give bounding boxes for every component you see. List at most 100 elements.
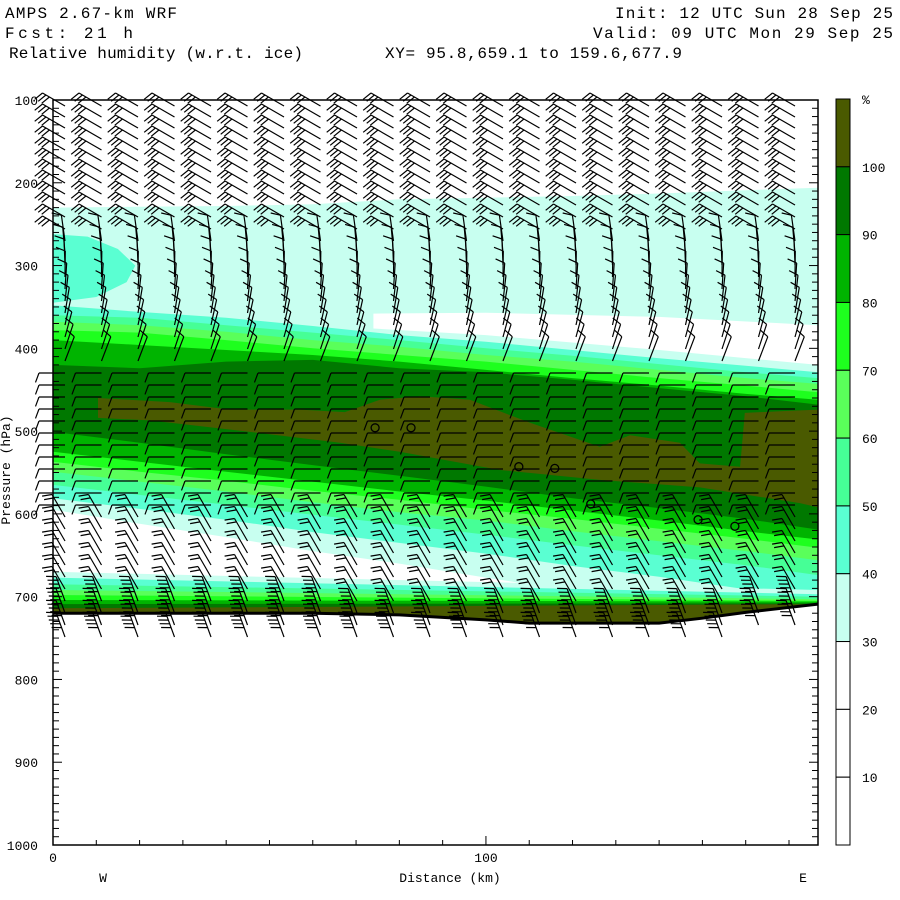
wind-barb: [618, 180, 650, 195]
wind-barb: [545, 158, 577, 173]
wind-barb: [326, 114, 358, 129]
x-tick-label-100: 100: [474, 851, 497, 866]
x-tick-label-0: 0: [49, 851, 57, 866]
colorbar-swatch: [835, 98, 851, 168]
wind-barb: [691, 158, 723, 173]
wind-barb: [253, 147, 285, 162]
wind-barb: [107, 125, 139, 140]
wind-barb: [326, 169, 358, 184]
wind-barb: [216, 191, 248, 206]
wind-barb: [508, 125, 540, 140]
wind-barb: [362, 136, 394, 151]
wind-barb: [691, 169, 723, 184]
wind-barb: [253, 169, 285, 184]
wind-barb: [289, 180, 321, 195]
init-time: Init: 12 UTC Sun 28 Sep 25: [615, 5, 893, 23]
wind-barb: [289, 147, 321, 162]
wind-barb: [253, 136, 285, 151]
wind-barb: [143, 180, 175, 195]
colorbar-swatch: [835, 369, 851, 439]
wind-barb: [764, 125, 796, 140]
wind-barb: [618, 136, 650, 151]
wind-barb: [216, 169, 248, 184]
wind-barb: [216, 136, 248, 151]
wind-barb: [180, 103, 212, 118]
wind-barb: [727, 125, 759, 140]
wind-barb: [107, 136, 139, 151]
wind-barb: [435, 114, 467, 129]
wind-barb: [34, 147, 66, 162]
wind-barb: [216, 103, 248, 118]
colorbar-swatch: [835, 573, 851, 643]
wind-barb: [764, 169, 796, 184]
wind-barb: [581, 158, 613, 173]
y-tick-label: 500: [15, 425, 38, 440]
wind-barb: [107, 158, 139, 173]
wind-barb: [508, 169, 540, 184]
wind-barb: [289, 103, 321, 118]
wind-barb: [216, 147, 248, 162]
y-tick-label: 600: [15, 508, 38, 523]
wind-barb: [107, 114, 139, 129]
wind-barb: [472, 136, 504, 151]
wind-barb: [472, 169, 504, 184]
wind-barb: [691, 125, 723, 140]
colorbar-label: 20: [862, 703, 878, 718]
wind-barb: [216, 125, 248, 140]
wind-barb: [581, 125, 613, 140]
y-tick-label: 1000: [7, 839, 38, 854]
colorbar-label: 70: [862, 364, 878, 379]
wind-barb: [180, 158, 212, 173]
wind-barb: [362, 169, 394, 184]
wind-barb: [654, 136, 686, 151]
wind-barb: [326, 158, 358, 173]
wind-barb: [253, 191, 285, 206]
wind-barb: [435, 125, 467, 140]
wind-barb: [618, 169, 650, 184]
wind-barb: [34, 191, 66, 206]
wind-barb: [34, 103, 66, 118]
wind-barb: [581, 169, 613, 184]
wind-barb: [180, 147, 212, 162]
wind-barb: [545, 147, 577, 162]
wind-barb: [70, 191, 102, 206]
wind-barb: [70, 158, 102, 173]
y-tick-label: 200: [15, 177, 38, 192]
wind-barb: [654, 169, 686, 184]
wind-barb: [727, 103, 759, 118]
wind-barb: [581, 180, 613, 195]
wind-barb: [508, 103, 540, 118]
wind-barb: [654, 158, 686, 173]
wind-barb: [216, 158, 248, 173]
wind-barb: [727, 158, 759, 173]
wind-barb: [508, 114, 540, 129]
wind-barb: [399, 180, 431, 195]
wind-barb: [70, 114, 102, 129]
colorbar-swatch: [835, 776, 851, 846]
wind-barb: [508, 158, 540, 173]
wind-barb: [435, 136, 467, 151]
wind-barb: [691, 103, 723, 118]
wind-barb: [727, 114, 759, 129]
wind-barb: [435, 147, 467, 162]
wind-barb: [472, 125, 504, 140]
wind-barb: [581, 147, 613, 162]
wind-barb: [253, 158, 285, 173]
wind-barb: [362, 180, 394, 195]
wind-barb: [180, 180, 212, 195]
wind-barb: [362, 114, 394, 129]
colorbar-unit: %: [862, 93, 870, 108]
wind-barb: [618, 147, 650, 162]
colorbar-swatch: [835, 234, 851, 303]
wind-barb: [399, 158, 431, 173]
wind-barb: [362, 103, 394, 118]
wind-barb: [326, 125, 358, 140]
wind-barb: [508, 147, 540, 162]
wind-barb: [34, 169, 66, 184]
wind-barb: [34, 136, 66, 151]
wind-barb: [472, 147, 504, 162]
wind-barb: [472, 158, 504, 173]
cross-section-chart: AMPS 2.67-km WRF Init: 12 UTC Sun 28 Sep…: [0, 5, 893, 886]
colorbar-labels: 10 20 30 40 50 60 70 80 90 100: [862, 161, 885, 786]
wind-barb: [70, 125, 102, 140]
